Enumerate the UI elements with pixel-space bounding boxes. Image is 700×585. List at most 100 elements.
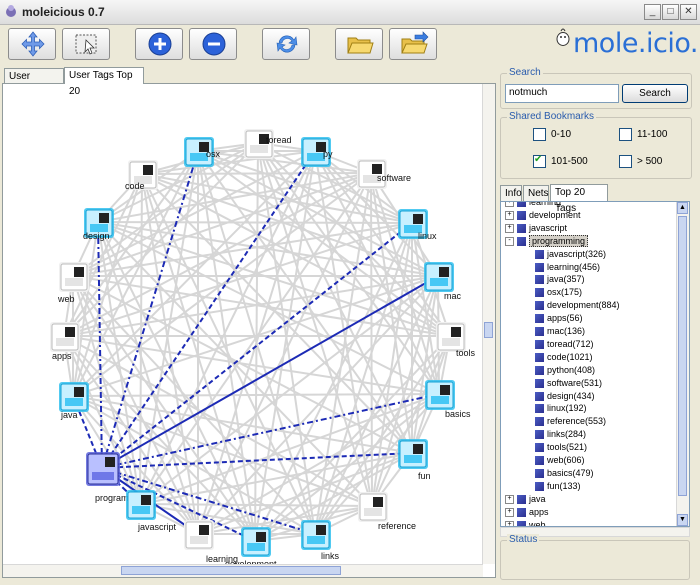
close-button[interactable]: ✕	[680, 4, 697, 20]
checkbox-box[interactable]	[619, 128, 632, 141]
move-button[interactable]	[8, 28, 56, 60]
tree-row[interactable]: tools(521)	[535, 441, 587, 453]
checkbox-0-10[interactable]: 0-10	[533, 128, 571, 141]
graph-node[interactable]: software	[357, 159, 411, 189]
minimize-button[interactable]: _	[644, 4, 661, 20]
expand-toggle[interactable]: +	[505, 211, 514, 221]
open-folder-icon	[347, 37, 374, 54]
export-button[interactable]	[389, 28, 437, 60]
graph-horizontal-scrollbar[interactable]	[3, 564, 483, 577]
tree-row[interactable]: links(284)	[535, 428, 586, 440]
graph-edge	[97, 221, 413, 224]
checkbox-label: 0-10	[551, 129, 572, 141]
tree-row[interactable]: apps(56)	[535, 312, 583, 324]
graph-node[interactable]: design	[83, 208, 114, 241]
node-square	[56, 338, 74, 346]
tree-row[interactable]: + javascript	[505, 222, 567, 234]
tree-row[interactable]: python(408)	[535, 364, 595, 376]
node-square	[364, 508, 382, 516]
scroll-down-button[interactable]: ▼	[677, 514, 688, 526]
tree-item-label: apps(56)	[547, 313, 583, 323]
graph-node[interactable]: code	[125, 160, 158, 191]
search-input[interactable]: notmuch	[505, 84, 619, 103]
zoom-out-button[interactable]	[189, 28, 237, 60]
checkbox-101-500[interactable]: 101-500	[533, 154, 588, 168]
scroll-thumb[interactable]	[121, 566, 341, 575]
tags-tree[interactable]: +learning+development+javascript-program…	[500, 201, 690, 527]
tree-row[interactable]: mac(136)	[535, 325, 585, 337]
tab-info[interactable]: Info	[500, 185, 522, 201]
expand-toggle[interactable]: +	[505, 508, 514, 518]
node-square	[442, 338, 460, 346]
node-label: reference	[378, 521, 416, 531]
expand-toggle[interactable]: +	[505, 202, 514, 208]
scroll-thumb[interactable]	[678, 216, 687, 496]
node-label: learning	[206, 554, 238, 564]
checkbox-box[interactable]	[619, 155, 632, 168]
graph-node[interactable]: reference	[358, 492, 416, 531]
tree-row[interactable]: design(434)	[535, 390, 595, 402]
graph-node[interactable]: linux	[398, 209, 437, 241]
tree-row[interactable]: development(884)	[535, 299, 620, 311]
graph-node[interactable]: learning	[184, 520, 238, 564]
tree-row[interactable]: learning(456)	[535, 261, 600, 273]
tree-row[interactable]: + apps	[505, 506, 549, 518]
expand-toggle[interactable]: +	[505, 495, 514, 505]
maximize-button[interactable]: □	[662, 4, 679, 20]
tree-row[interactable]: linux(192)	[535, 402, 587, 414]
node-label: linux	[418, 231, 437, 241]
status-label: Status	[507, 534, 540, 545]
tab-nets[interactable]: Nets	[523, 185, 549, 201]
tree-item-label: code(1021)	[547, 352, 593, 362]
refresh-button[interactable]	[262, 28, 310, 60]
graph-node[interactable]: basics	[425, 380, 471, 419]
graph-canvas[interactable]: osx toread py software code linux design mac web…	[2, 83, 496, 578]
checkbox-11-100[interactable]: 11-100	[619, 128, 667, 141]
graph-node[interactable]: py	[301, 137, 333, 167]
tree-row[interactable]: osx(175)	[535, 286, 582, 298]
tree-item-label: fun(133)	[547, 481, 581, 491]
tab-user-network[interactable]: User Network	[4, 68, 64, 98]
tree-row[interactable]: java(357)	[535, 273, 585, 285]
tree-item-label: apps	[529, 507, 549, 517]
search-button[interactable]: Search	[622, 84, 688, 103]
node-square	[439, 267, 449, 277]
graph-node[interactable]: apps	[50, 322, 80, 361]
tag-icon	[535, 392, 544, 402]
tree-row[interactable]: reference(553)	[535, 415, 606, 427]
tree-row[interactable]: javascript(326)	[535, 248, 606, 260]
checkbox-box[interactable]	[533, 128, 546, 141]
tree-item-label: tools(521)	[547, 442, 588, 452]
graph-node[interactable]: links	[301, 520, 340, 561]
tree-row[interactable]: + learning	[505, 202, 561, 208]
tree-row[interactable]: code(1021)	[535, 351, 593, 363]
tag-icon	[517, 508, 526, 518]
tree-row[interactable]: basics(479)	[535, 467, 594, 479]
tree-row[interactable]: software(531)	[535, 377, 602, 389]
zoom-in-icon	[148, 32, 172, 56]
graph-vertical-scrollbar[interactable]	[482, 84, 495, 564]
scroll-up-button[interactable]: ▲	[677, 202, 688, 214]
tree-row[interactable]: toread(712)	[535, 338, 594, 350]
graph-node[interactable]: javascript	[126, 490, 177, 532]
left-panel: User Network User Tags Top 20 osx toread p…	[2, 67, 496, 578]
tree-row[interactable]: - programming	[505, 235, 589, 247]
open-button[interactable]	[335, 28, 383, 60]
scroll-thumb[interactable]	[484, 322, 493, 338]
tree-row[interactable]: + web	[505, 519, 546, 526]
tab-user-tags-top-20[interactable]: User Tags Top 20	[64, 67, 144, 97]
tree-row[interactable]: + java	[505, 493, 546, 505]
tree-vertical-scrollbar[interactable]: ▲ ▼	[676, 202, 689, 526]
tag-graph[interactable]: osx toread py software code linux design mac web…	[3, 84, 483, 564]
node-square	[431, 396, 449, 404]
graph-node[interactable]: fun	[398, 439, 431, 481]
zoom-in-button[interactable]	[135, 28, 183, 60]
checkbox-box[interactable]	[533, 154, 546, 168]
expand-toggle[interactable]: +	[505, 224, 514, 234]
tree-row[interactable]: fun(133)	[535, 480, 581, 492]
tree-row[interactable]: web(606)	[535, 454, 585, 466]
checkbox-over-500[interactable]: > 500	[619, 155, 662, 168]
collapse-toggle[interactable]: -	[505, 237, 514, 247]
tab-top-20-tags[interactable]: Top 20 Tags	[550, 184, 608, 214]
select-button[interactable]	[62, 28, 110, 60]
